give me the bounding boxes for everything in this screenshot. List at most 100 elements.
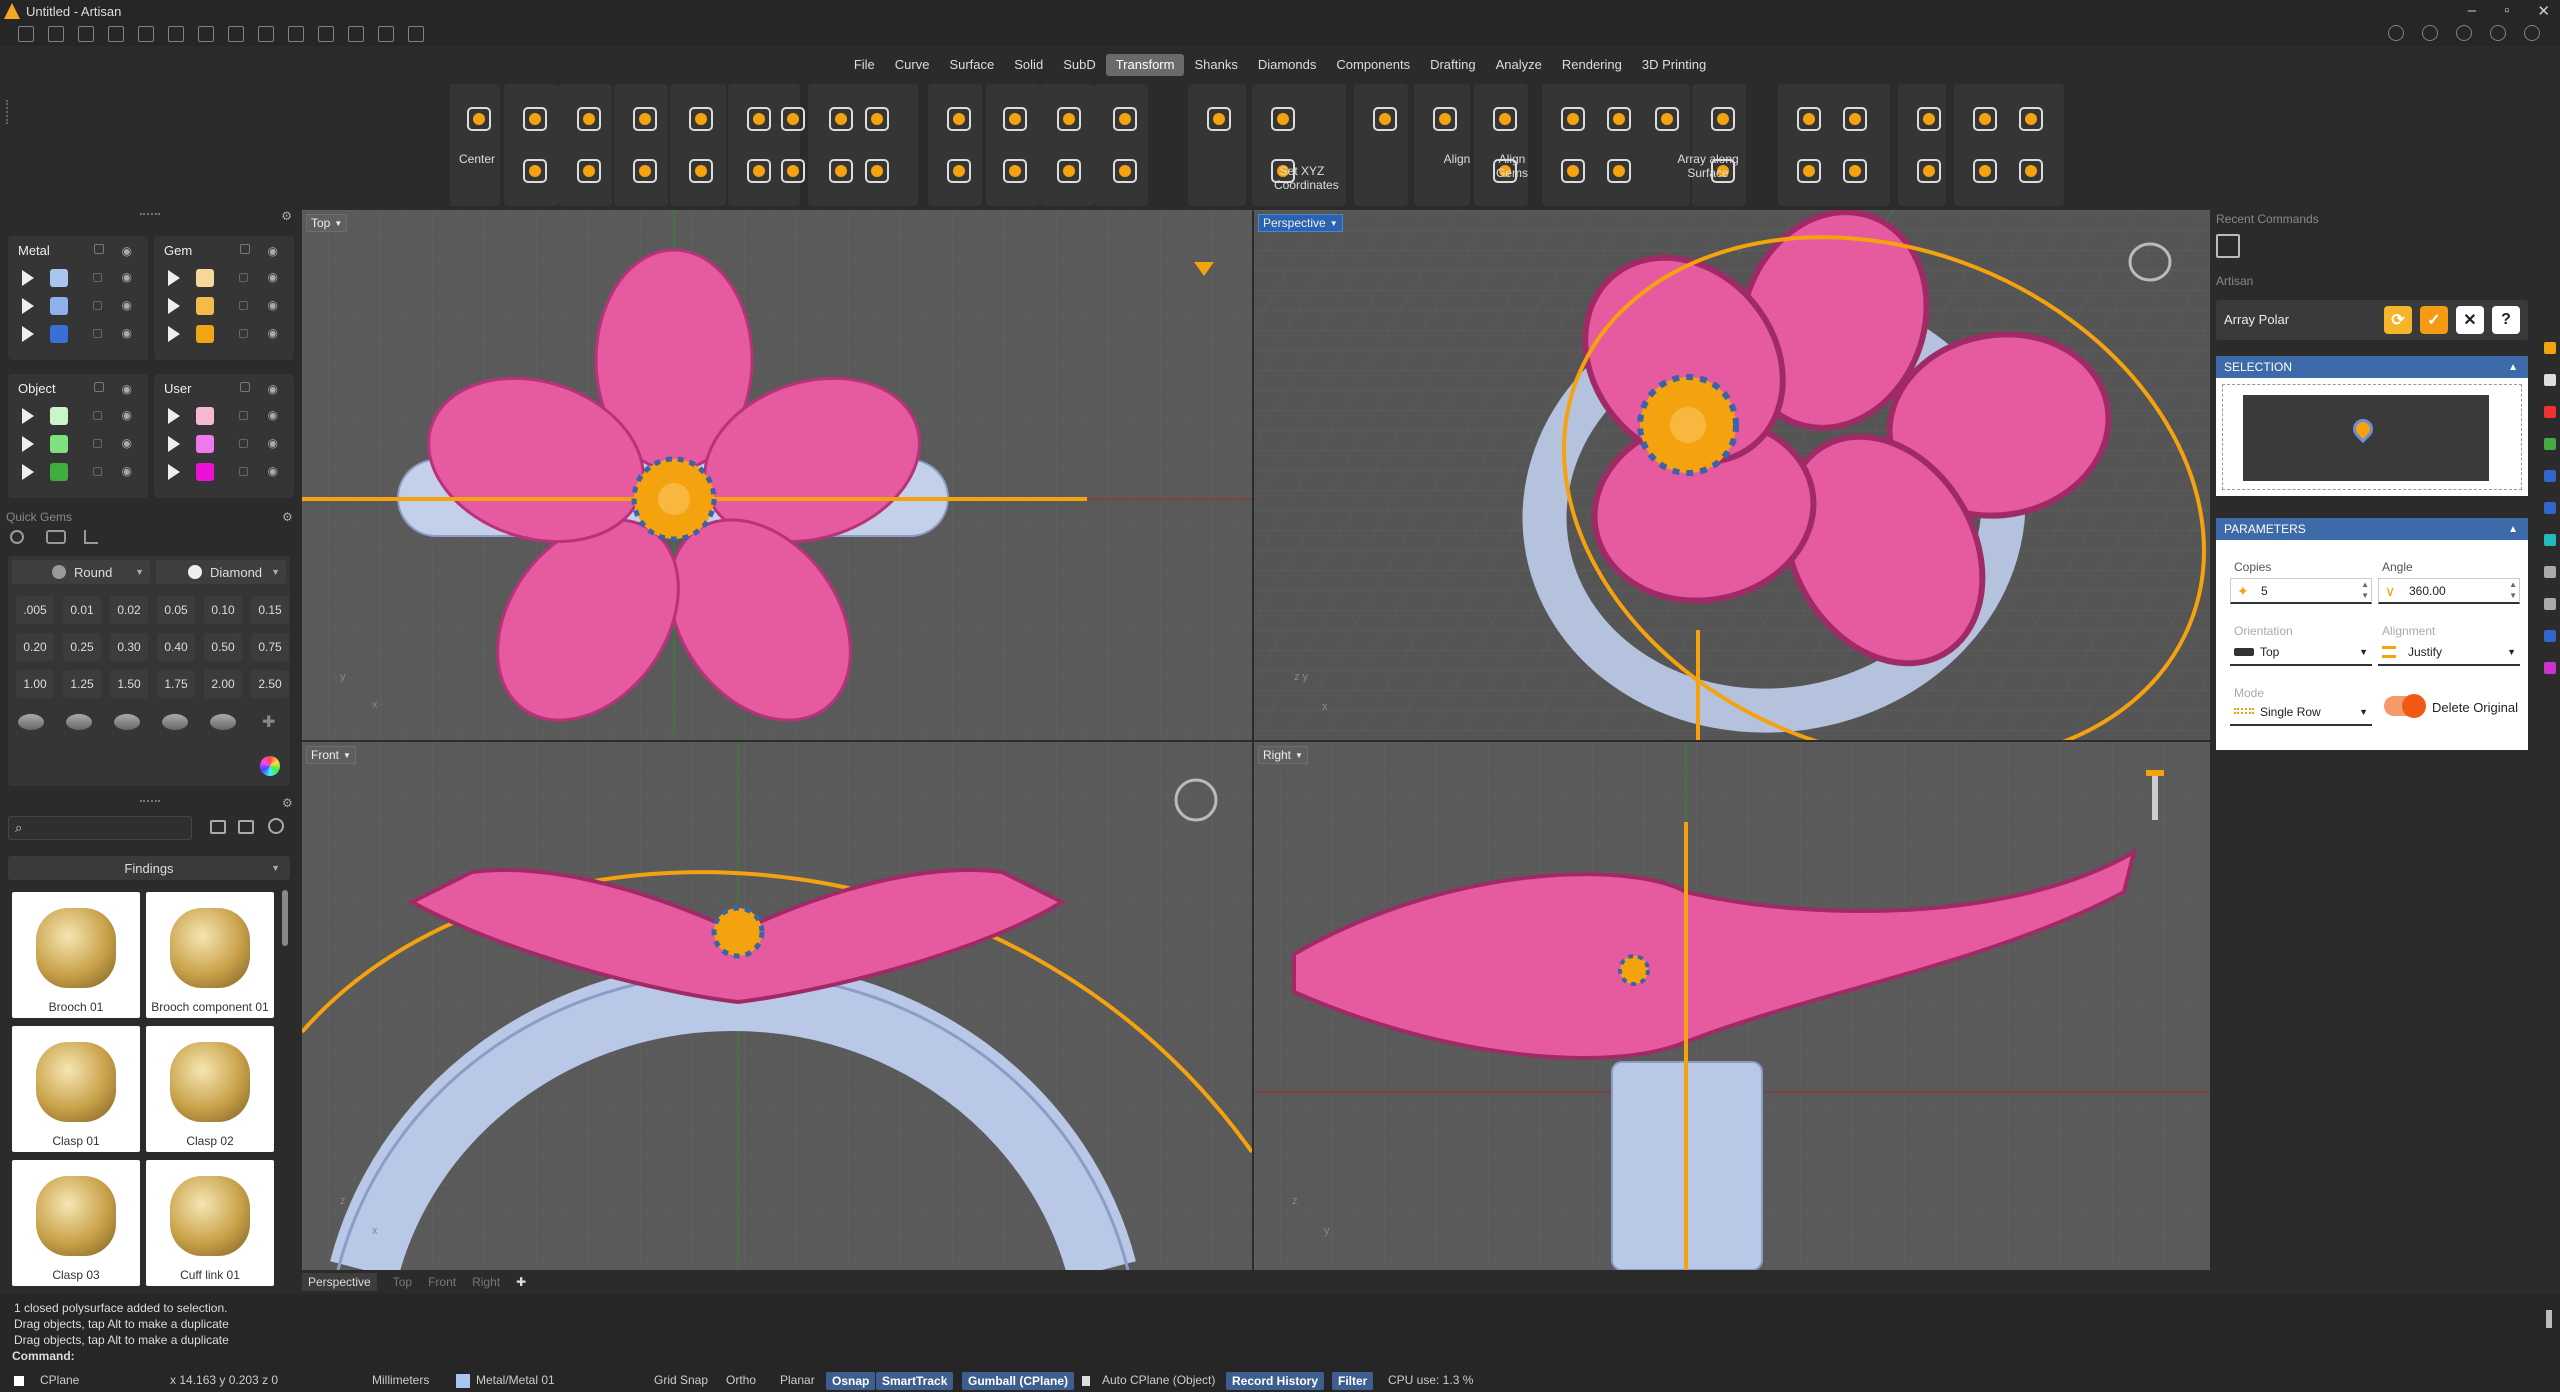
gem-size-button[interactable]: 0.02 bbox=[110, 596, 148, 624]
viewport-front-label[interactable]: Front ▼ bbox=[306, 746, 356, 764]
ok-button[interactable]: ✓ bbox=[2420, 306, 2448, 334]
planar-toggle[interactable]: Planar bbox=[780, 1373, 815, 1387]
gem-size-button[interactable]: 2.00 bbox=[204, 670, 242, 698]
layer-color-swatch[interactable] bbox=[196, 407, 214, 425]
gem-shape-marquise-icon[interactable] bbox=[210, 714, 236, 730]
open-icon[interactable] bbox=[78, 26, 94, 42]
copies-input[interactable]: ✦ 5 ▲ ▼ bbox=[2230, 578, 2372, 604]
add-folder-icon[interactable] bbox=[238, 820, 254, 834]
orientation-dropdown[interactable]: Top ▼ bbox=[2230, 640, 2372, 666]
menu-drafting[interactable]: Drafting bbox=[1420, 54, 1486, 76]
library-item[interactable]: Clasp 01 bbox=[12, 1026, 140, 1152]
array-surface-label-2[interactable]: Surface bbox=[1672, 166, 1744, 180]
gem-size-button[interactable]: 1.50 bbox=[110, 670, 148, 698]
info-icon[interactable] bbox=[2388, 25, 2404, 41]
close-icon[interactable]: ✕ bbox=[2537, 2, 2550, 20]
play-icon[interactable] bbox=[22, 436, 34, 452]
angle-spinner[interactable]: ▲ ▼ bbox=[2509, 579, 2517, 601]
redo-icon[interactable] bbox=[168, 26, 184, 42]
command-prompt[interactable]: Command: bbox=[12, 1348, 2560, 1364]
play-icon[interactable] bbox=[168, 298, 180, 314]
cancel-button[interactable]: ✕ bbox=[2456, 306, 2484, 334]
collapse-icon[interactable]: ▲ bbox=[2508, 362, 2518, 373]
save-command-icon[interactable] bbox=[2216, 234, 2240, 258]
menu-file[interactable]: File bbox=[844, 54, 885, 76]
save-as-icon[interactable] bbox=[228, 26, 244, 42]
lock-icon[interactable] bbox=[93, 439, 102, 448]
ortho-toggle[interactable]: Ortho bbox=[726, 1373, 756, 1387]
mode-dropdown[interactable]: Single Row ▼ bbox=[2230, 700, 2372, 726]
layers-icon[interactable] bbox=[2456, 25, 2472, 41]
library-tab-icon[interactable] bbox=[2544, 662, 2556, 674]
materials-tab-icon[interactable] bbox=[2544, 406, 2556, 418]
eye-icon[interactable]: ◉ bbox=[268, 464, 278, 478]
grid-snap-toggle[interactable]: Grid Snap bbox=[654, 1373, 708, 1387]
play-icon[interactable] bbox=[22, 270, 34, 286]
eye-icon[interactable]: ◉ bbox=[122, 408, 132, 422]
select-layer-icon[interactable] bbox=[348, 26, 364, 42]
osnap-toggle[interactable]: Osnap bbox=[826, 1372, 876, 1390]
menu-surface[interactable]: Surface bbox=[939, 54, 1004, 76]
environment-tab-icon[interactable] bbox=[2544, 566, 2556, 578]
add-viewport-tab-icon[interactable]: ✚ bbox=[516, 1275, 526, 1289]
play-icon[interactable] bbox=[168, 436, 180, 452]
layer-color-swatch[interactable] bbox=[196, 463, 214, 481]
layer-row[interactable]: ◉ bbox=[8, 320, 148, 348]
layer-group-title[interactable]: Metal ◉ bbox=[8, 236, 148, 264]
library-scrollbar[interactable] bbox=[282, 890, 288, 946]
layer-color-swatch[interactable] bbox=[50, 407, 68, 425]
align-gems-label-2[interactable]: Gems bbox=[1492, 166, 1532, 180]
gem-shape-pear-icon[interactable] bbox=[162, 714, 188, 730]
panel-grip[interactable] bbox=[140, 213, 160, 215]
select-icon[interactable] bbox=[288, 26, 304, 42]
gem-size-button[interactable]: 0.20 bbox=[16, 633, 54, 661]
collapse-icon[interactable]: ▲ bbox=[2508, 524, 2518, 535]
gem-size-button[interactable]: 1.00 bbox=[16, 670, 54, 698]
eye-icon[interactable]: ◉ bbox=[122, 270, 132, 284]
gem-size-button[interactable]: 0.75 bbox=[251, 633, 289, 661]
settings-icon[interactable] bbox=[2524, 25, 2540, 41]
lock-icon[interactable] bbox=[239, 467, 248, 476]
menu-components[interactable]: Components bbox=[1326, 54, 1420, 76]
gem-view-icon[interactable] bbox=[46, 530, 66, 544]
eye-icon[interactable]: ◉ bbox=[268, 244, 278, 258]
lock-icon[interactable] bbox=[93, 329, 102, 338]
properties-tab-icon[interactable] bbox=[2544, 374, 2556, 386]
parameters-section-header[interactable]: PARAMETERS ▲ bbox=[2216, 518, 2528, 540]
lock-icon[interactable] bbox=[240, 244, 250, 254]
layers-tab-icon[interactable] bbox=[2544, 438, 2556, 450]
layer-row[interactable]: ◉ bbox=[154, 320, 294, 348]
viewport-tab-right[interactable]: Right bbox=[472, 1275, 500, 1289]
layer-row[interactable]: ◉ bbox=[154, 430, 294, 458]
record-history-toggle[interactable]: Record History bbox=[1226, 1372, 1325, 1390]
render-tab-icon[interactable] bbox=[2544, 534, 2556, 546]
units-label[interactable]: Millimeters bbox=[372, 1373, 429, 1387]
minimize-icon[interactable]: – bbox=[2468, 2, 2476, 20]
viewport-front[interactable]: Front ▼ z x bbox=[302, 742, 1252, 1270]
smarttrack-toggle[interactable]: SmartTrack bbox=[876, 1372, 954, 1390]
align-gems-label-1[interactable]: Align bbox=[1492, 152, 1532, 166]
center-button-label[interactable]: Center bbox=[454, 152, 500, 166]
gem-pick-icon[interactable] bbox=[84, 530, 98, 544]
play-icon[interactable] bbox=[168, 326, 180, 342]
toolbar-grip[interactable] bbox=[6, 100, 8, 124]
cube-icon[interactable] bbox=[2422, 25, 2438, 41]
play-icon[interactable] bbox=[22, 408, 34, 424]
layer-row[interactable]: ◉ bbox=[8, 458, 148, 486]
gem-size-button[interactable]: 0.25 bbox=[63, 633, 101, 661]
auto-cplane-toggle[interactable]: Auto CPlane (Object) bbox=[1102, 1373, 1215, 1387]
folder-icon[interactable] bbox=[210, 820, 226, 834]
undo-icon[interactable] bbox=[138, 26, 154, 42]
library-item[interactable]: Clasp 02 bbox=[146, 1026, 274, 1152]
array-surface-label-1[interactable]: Array along bbox=[1672, 152, 1744, 166]
menu-curve[interactable]: Curve bbox=[885, 54, 940, 76]
menu-3d-printing[interactable]: 3D Printing bbox=[1632, 54, 1716, 76]
lock-icon[interactable] bbox=[93, 467, 102, 476]
viewport-perspective-label[interactable]: Perspective ▼ bbox=[1258, 214, 1343, 232]
help-icon[interactable] bbox=[2490, 25, 2506, 41]
layer-row[interactable]: ◉ bbox=[8, 430, 148, 458]
menu-rendering[interactable]: Rendering bbox=[1552, 54, 1632, 76]
menu-diamonds[interactable]: Diamonds bbox=[1248, 54, 1327, 76]
refresh-icon[interactable] bbox=[268, 818, 284, 834]
viewport-right[interactable]: Right ▼ z y bbox=[1254, 742, 2210, 1270]
